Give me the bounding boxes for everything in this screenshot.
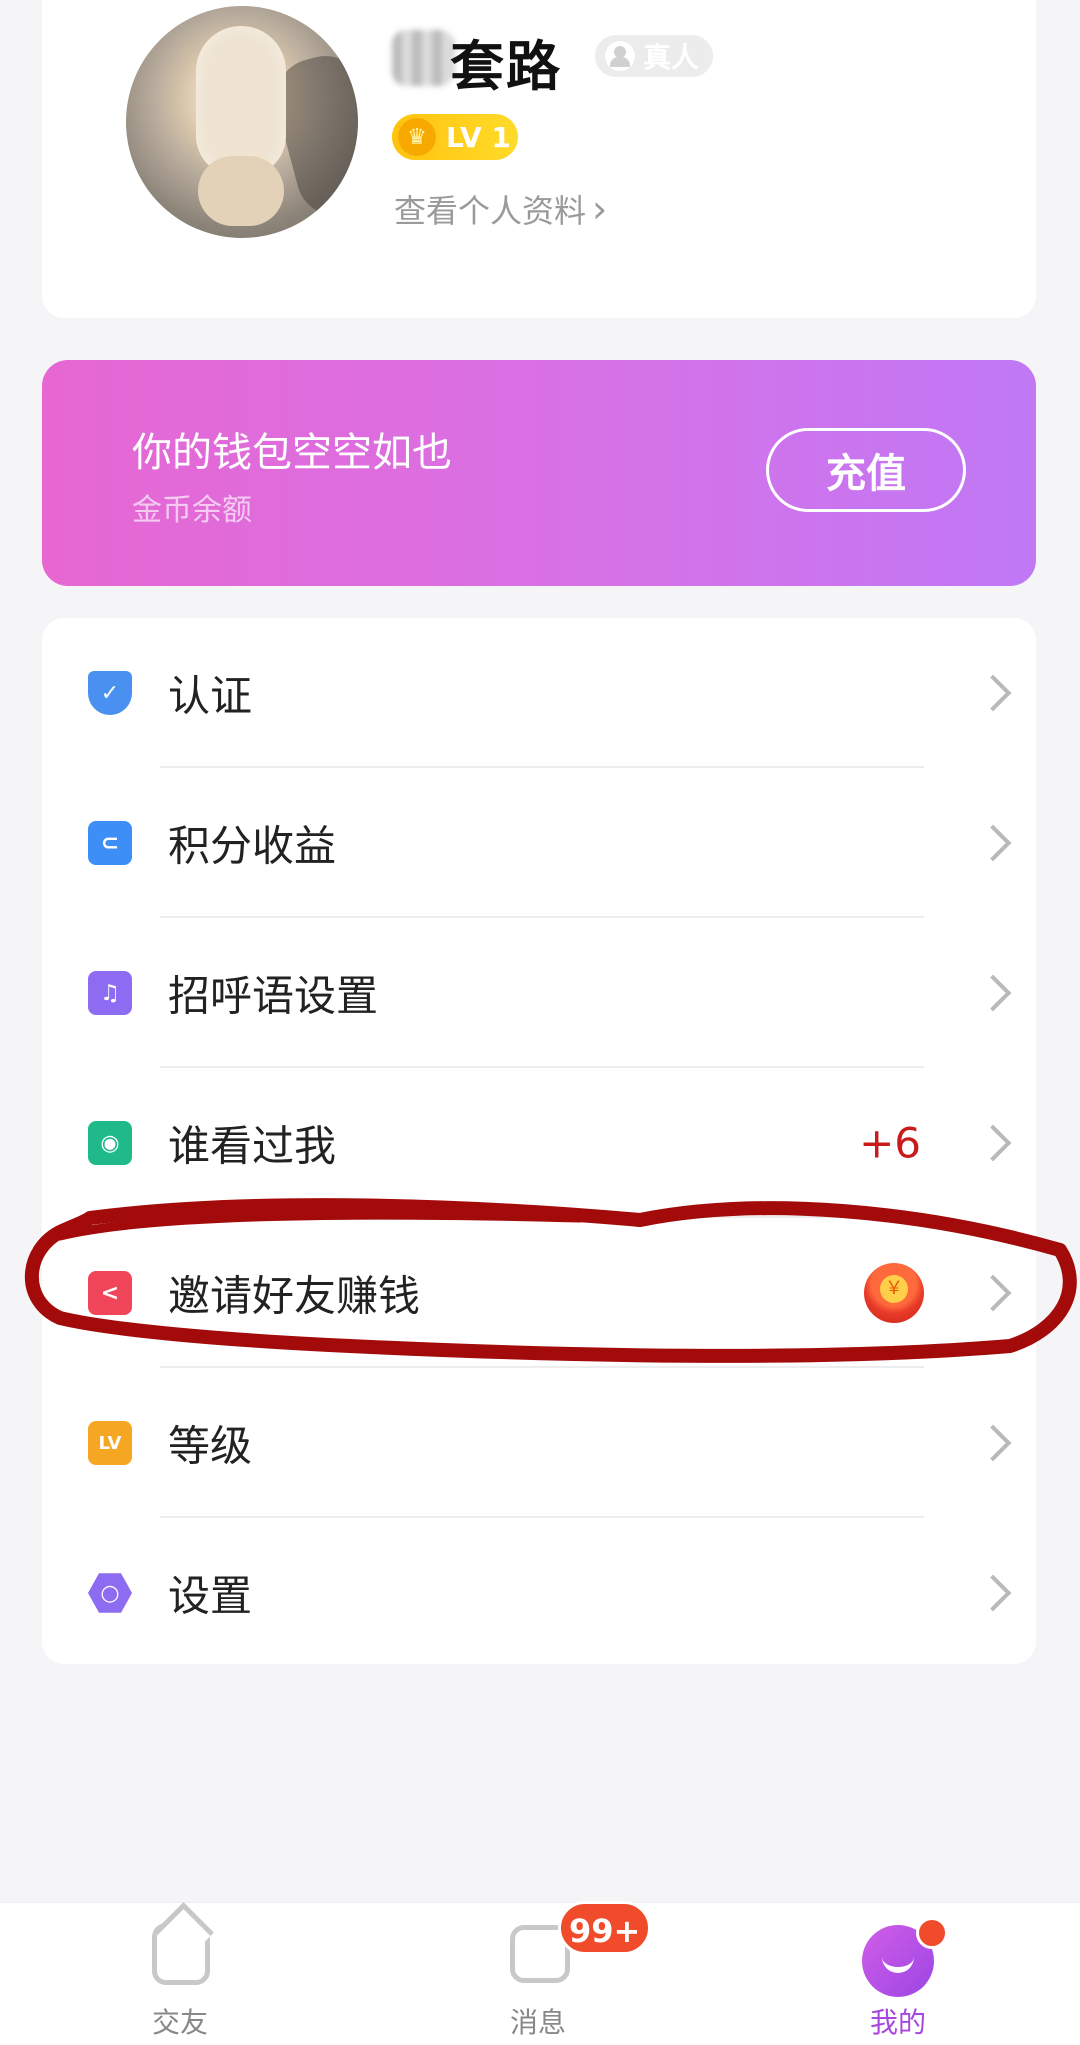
crown-icon: ♛ [398, 118, 436, 156]
tab-label: 消息 [509, 2006, 566, 2039]
home-icon [152, 1923, 210, 1985]
chevron-right-icon [974, 1424, 1012, 1462]
tab-messages[interactable]: 99+ 消息 [438, 1901, 652, 2045]
menu-item-label: 设置 [168, 1571, 253, 1621]
settings-hexagon-icon: ○ [88, 1573, 132, 1613]
level-icon: LV [88, 1421, 132, 1465]
chevron-right-icon [974, 1574, 1012, 1612]
menu-item-label: 等级 [168, 1421, 253, 1471]
menu-item-label: 招呼语设置 [168, 971, 379, 1021]
level-badge[interactable]: ♛ LV 1 [392, 114, 518, 160]
viewer-count: +6 [859, 1118, 921, 1168]
menu-list: ✓ 认证 ⊂ 积分收益 ♫ 招呼语设置 ◉ 谁看过我 +6 < 邀请好友赚钱 L… [42, 618, 1036, 1664]
unread-badge: 99+ [558, 1901, 652, 1955]
menu-item-who-viewed-me[interactable]: ◉ 谁看过我 +6 [42, 1068, 1036, 1218]
verified-badge: 真人 [595, 35, 714, 77]
tab-label: 交友 [151, 2006, 208, 2039]
avatar[interactable] [126, 6, 358, 238]
menu-item-settings[interactable]: ○ 设置 [42, 1518, 1036, 1668]
wallet-balance-label: 金币余额 [132, 493, 252, 528]
red-envelope-icon [864, 1263, 924, 1323]
verified-badge-label: 真人 [643, 41, 700, 74]
verified-person-icon [605, 41, 635, 71]
chevron-right-icon: › [592, 187, 608, 231]
eye-icon: ◉ [88, 1121, 132, 1165]
notification-dot [916, 1917, 948, 1949]
bell-icon: ♫ [88, 971, 132, 1015]
menu-item-points-earnings[interactable]: ⊂ 积分收益 [42, 768, 1036, 918]
blurred-name-fragment [392, 30, 454, 86]
chevron-right-icon [974, 674, 1012, 712]
menu-item-label: 邀请好友赚钱 [168, 1271, 421, 1321]
chevron-right-icon [974, 824, 1012, 862]
menu-item-greeting-settings[interactable]: ♫ 招呼语设置 [42, 918, 1036, 1068]
recharge-button[interactable]: 充值 [766, 428, 966, 512]
chevron-right-icon [974, 1274, 1012, 1312]
view-profile-link[interactable]: 查看个人资料 › [394, 186, 607, 232]
menu-item-label: 认证 [168, 671, 253, 721]
username: 套路 [450, 35, 562, 98]
view-profile-label: 查看个人资料 [394, 192, 587, 230]
wallet-icon: ⊂ [88, 821, 132, 865]
chevron-right-icon [974, 974, 1012, 1012]
menu-item-level[interactable]: LV 等级 [42, 1368, 1036, 1518]
share-icon: < [88, 1271, 132, 1315]
menu-item-label: 积分收益 [168, 821, 337, 871]
tab-me[interactable]: 我的 [798, 1903, 998, 2045]
level-badge-label: LV 1 [446, 120, 511, 154]
bottom-tab-bar: 交友 99+ 消息 我的 [0, 1901, 1080, 2045]
tab-label: 我的 [869, 2006, 926, 2039]
chevron-right-icon [974, 1124, 1012, 1162]
profile-card: 套路 真人 ♛ LV 1 查看个人资料 › [42, 0, 1036, 318]
menu-item-verification[interactable]: ✓ 认证 [42, 618, 1036, 768]
wallet-banner: 你的钱包空空如也 金币余额 充值 [42, 360, 1036, 586]
wallet-title: 你的钱包空空如也 [132, 430, 452, 476]
menu-item-invite-friends[interactable]: < 邀请好友赚钱 [42, 1218, 1036, 1368]
menu-item-label: 谁看过我 [168, 1121, 337, 1171]
tab-friends[interactable]: 交友 [80, 1903, 280, 2045]
shield-check-icon: ✓ [88, 671, 132, 715]
